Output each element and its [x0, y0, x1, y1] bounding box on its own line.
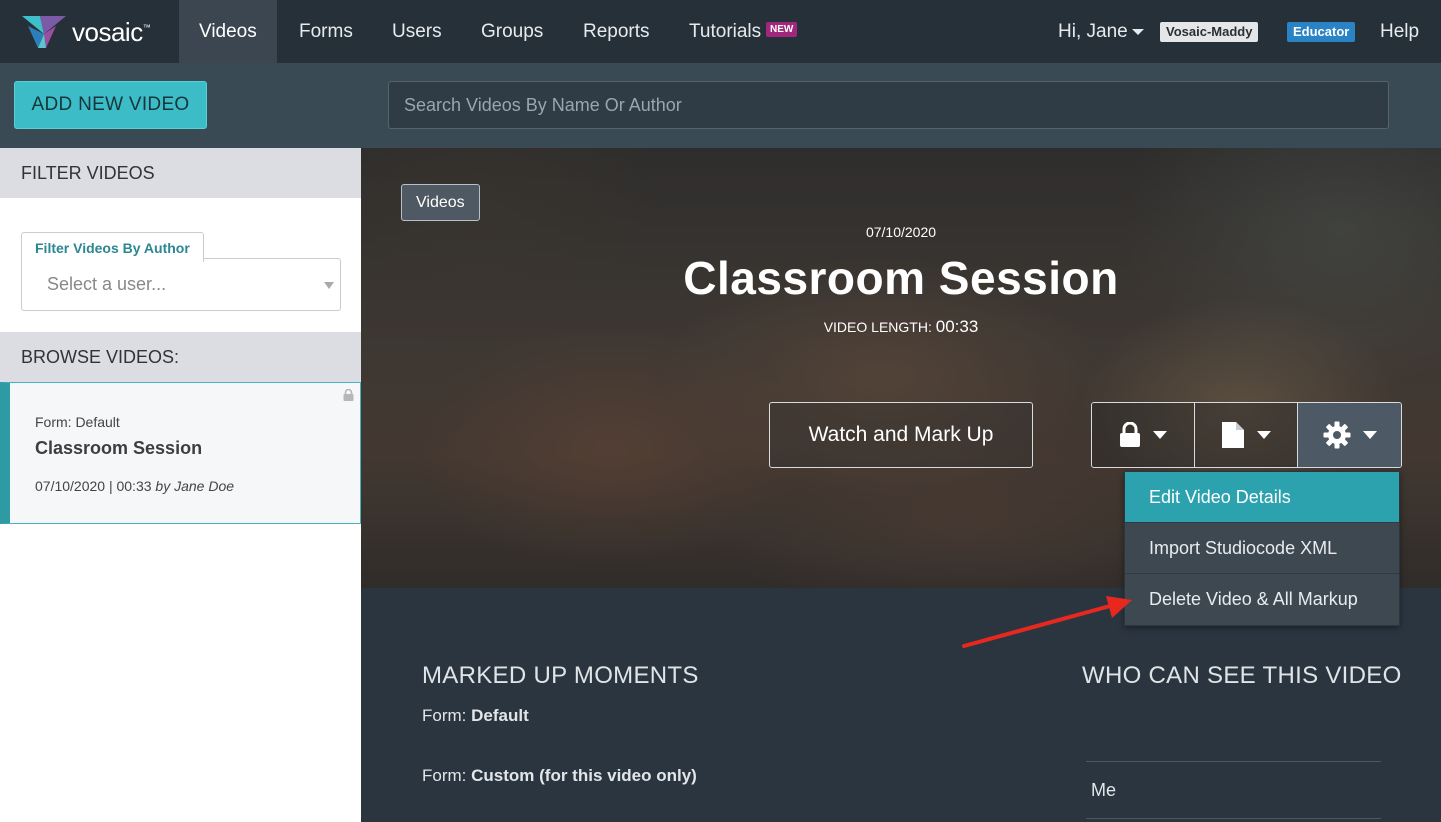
document-dropdown-button[interactable] [1195, 403, 1298, 467]
browse-videos-heading: BROWSE VIDEOS: [0, 332, 361, 382]
watch-and-mark-up-button[interactable]: Watch and Mark Up [769, 402, 1033, 468]
settings-menu: Edit Video Details Import Studiocode XML… [1124, 471, 1400, 626]
nav-tutorials[interactable]: Tutorials NEW [669, 0, 809, 63]
video-author: by Jane Doe [155, 478, 235, 494]
top-navbar: vosaic™ Videos Forms Users Groups Report… [0, 0, 1441, 63]
visibility-item: Me [1086, 762, 1381, 819]
annotation-arrow-icon [962, 596, 1132, 648]
form-name: Default [471, 706, 529, 725]
user-menu[interactable]: Hi, Jane [1058, 0, 1144, 63]
lock-icon [343, 389, 354, 401]
form-name: Custom (for this video only) [471, 766, 697, 785]
breadcrumb-videos-button[interactable]: Videos [401, 184, 480, 221]
menu-item-edit-video-details[interactable]: Edit Video Details [1125, 472, 1399, 523]
video-length-label: VIDEO LENGTH: [823, 319, 932, 335]
chevron-down-icon [1131, 28, 1144, 35]
nav-users[interactable]: Users [372, 0, 462, 63]
action-bar: ADD NEW VIDEO Search Videos By Name Or A… [0, 63, 1441, 148]
vosaic-logo-icon [22, 16, 66, 48]
add-new-video-button[interactable]: ADD NEW VIDEO [14, 81, 207, 129]
lock-icon [1120, 422, 1140, 447]
document-icon [1222, 422, 1244, 448]
page-title: Classroom Session [683, 252, 1119, 304]
role-badge: Educator [1287, 22, 1356, 42]
nav-videos[interactable]: Videos [179, 0, 277, 63]
video-date: 07/10/2020 [865, 224, 937, 240]
user-greeting: Hi, Jane [1058, 21, 1128, 42]
marked-up-moments-heading: MARKED UP MOMENTS [422, 662, 699, 689]
nav-groups[interactable]: Groups [461, 0, 563, 63]
sidebar: FILTER VIDEOS Filter Videos By Author Se… [0, 148, 361, 822]
who-can-see-heading: WHO CAN SEE THIS VIDEO [1082, 662, 1402, 689]
nav-forms[interactable]: Forms [279, 0, 373, 63]
help-link[interactable]: Help [1380, 0, 1419, 63]
caret-down-icon [1362, 431, 1377, 439]
filter-videos-heading: FILTER VIDEOS [0, 148, 361, 198]
new-badge: NEW [766, 22, 798, 37]
video-date-length: 07/10/2020 | 00:33 [35, 478, 152, 494]
select-arrow-icon [324, 282, 334, 289]
form-prefix: Form: [422, 766, 467, 785]
org-badge: Vosaic-Maddy [1160, 22, 1259, 42]
video-actions-group [1091, 402, 1402, 468]
menu-item-import-studiocode-xml[interactable]: Import Studiocode XML [1125, 523, 1399, 574]
video-length-value: 00:33 [935, 317, 979, 336]
privacy-dropdown-button[interactable] [1092, 403, 1195, 467]
form-custom-entry: Form: Custom (for this video only) [422, 766, 697, 786]
vosaic-logo[interactable]: vosaic™ [20, 12, 151, 52]
search-input[interactable]: Search Videos By Name Or Author [388, 81, 1389, 129]
gear-icon [1323, 421, 1350, 449]
menu-item-delete-video[interactable]: Delete Video & All Markup [1125, 574, 1399, 625]
form-default-entry: Form: Default [422, 706, 529, 726]
author-select[interactable]: Select a user... [21, 258, 341, 311]
nav-reports[interactable]: Reports [563, 0, 670, 63]
video-meta: 07/10/2020 | 00:33 by Jane Doe [35, 478, 234, 494]
filter-by-author-label: Filter Videos By Author [21, 232, 204, 262]
video-list-item[interactable]: Form: Default Classroom Session 07/10/20… [0, 382, 361, 524]
visibility-list: Me [1086, 761, 1381, 819]
video-length: VIDEO LENGTH: 00:33 [361, 317, 1441, 337]
video-title: Classroom Session [35, 438, 203, 458]
caret-down-icon [1153, 431, 1167, 439]
author-select-placeholder: Select a user... [47, 274, 167, 294]
video-form: Form: Default [35, 414, 120, 430]
caret-down-icon [1257, 431, 1271, 439]
form-prefix: Form: [422, 706, 467, 725]
settings-dropdown-button[interactable] [1298, 403, 1401, 467]
